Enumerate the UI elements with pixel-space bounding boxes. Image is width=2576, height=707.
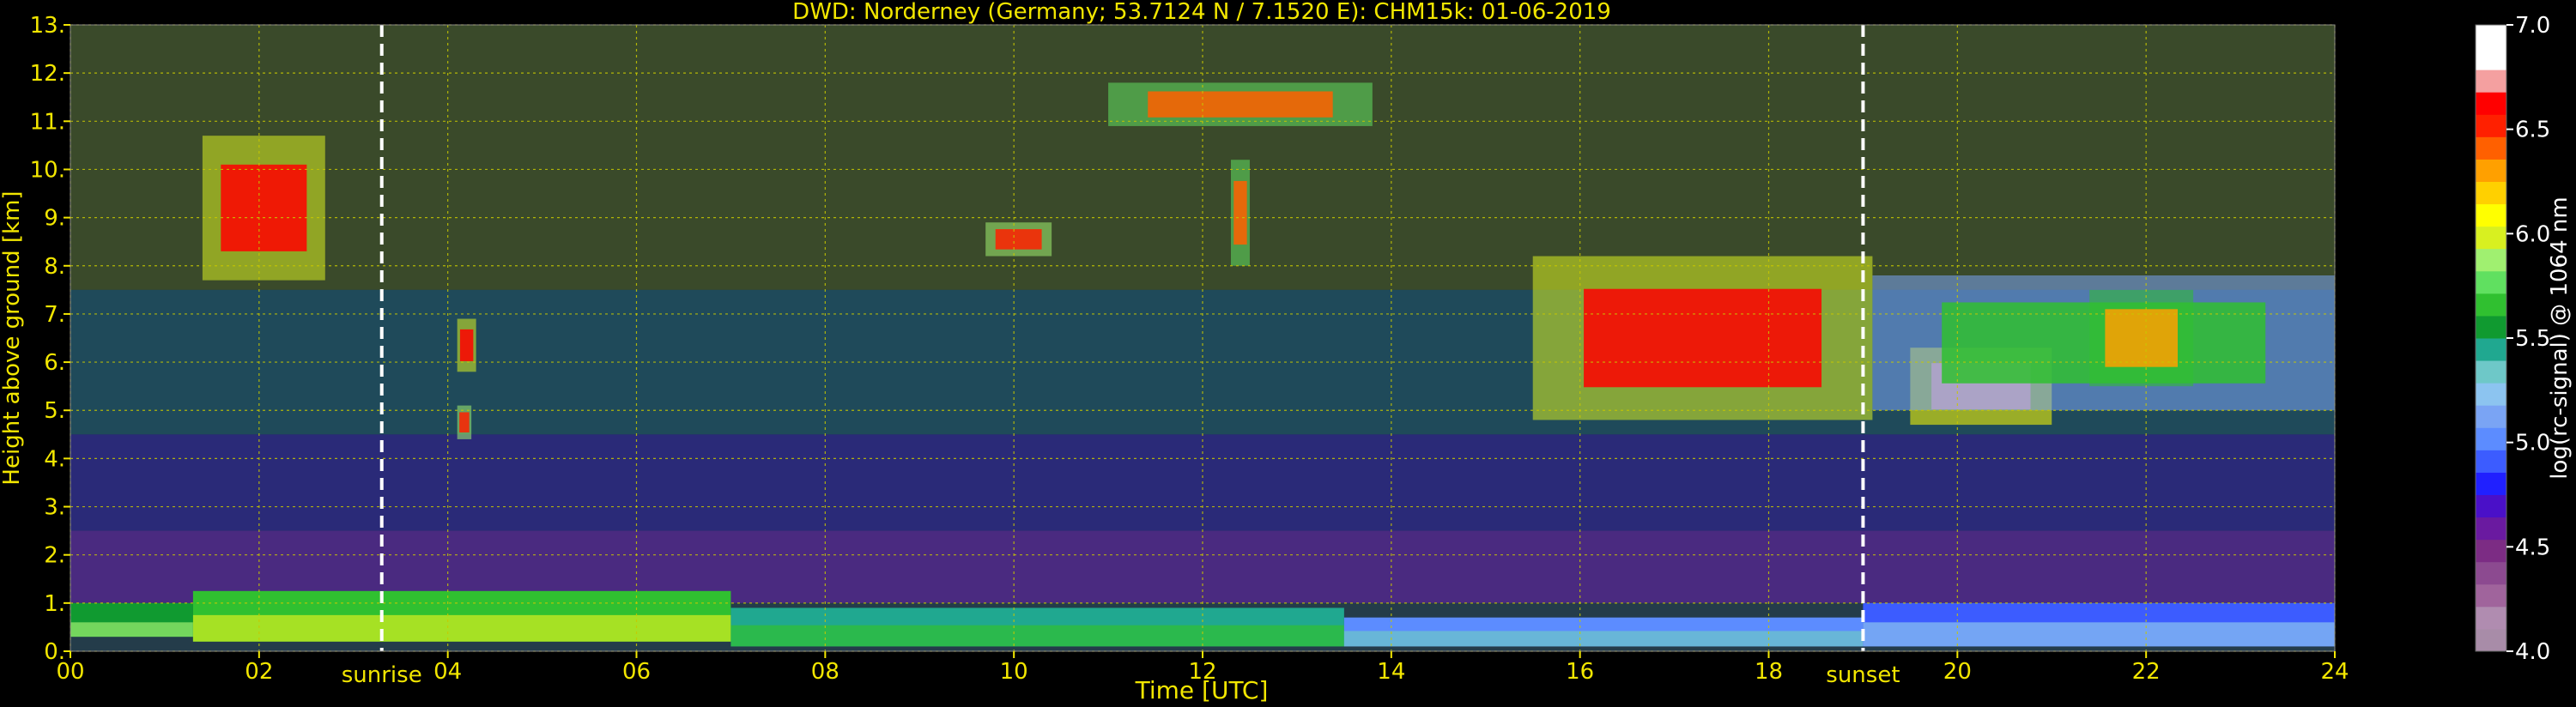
- y-tick-label: 9.: [44, 206, 65, 232]
- colorbar-segment: [2476, 47, 2506, 70]
- y-tick-label: 13.: [30, 13, 65, 39]
- y-tick-label: 8.: [44, 254, 65, 280]
- colorbar-segment: [2476, 472, 2506, 495]
- colorbar-segment: [2476, 270, 2506, 294]
- x-tick-label: 08: [811, 659, 839, 685]
- y-axis-label: Height above ground [km]: [0, 190, 25, 485]
- colorbar-label: log(rc-signal) @ 1064 nm: [2547, 196, 2573, 479]
- y-tick-label: 6.: [44, 350, 65, 376]
- colorbar-segment: [2476, 405, 2506, 428]
- boundary-layer-core: [1863, 622, 2335, 647]
- colorbar-tick-label: 4.0: [2515, 639, 2550, 665]
- sun-event-label: sunset: [1826, 662, 1900, 688]
- y-tick-label: 5.: [44, 398, 65, 424]
- y-tick-label: 4.: [44, 446, 65, 472]
- x-tick-label: 24: [2320, 659, 2349, 685]
- colorbar-segment: [2476, 181, 2506, 205]
- colorbar-segment: [2476, 561, 2506, 585]
- colorbar-segment: [2476, 360, 2506, 384]
- y-tick-label: 1.: [44, 591, 65, 617]
- y-tick-label: 3.: [44, 495, 65, 521]
- colorbar-tick-label: 4.5: [2515, 535, 2550, 560]
- y-tick-label: 11.: [30, 109, 65, 135]
- ceilometer-chart: DWD: Norderney (Germany; 53.7124 N / 7.1…: [0, 0, 2576, 707]
- colorbar-segment: [2476, 114, 2506, 137]
- y-tick-label: 0.: [44, 639, 65, 665]
- boundary-layer-core: [1343, 631, 1864, 647]
- colorbar-segment: [2476, 315, 2506, 339]
- colorbar-segment: [2476, 606, 2506, 630]
- colorbar-segment: [2476, 494, 2506, 518]
- y-tick-label: 7.: [44, 302, 65, 328]
- colorbar-segment: [2476, 427, 2506, 450]
- x-tick-label: 10: [1000, 659, 1028, 685]
- x-tick-label: 16: [1566, 659, 1594, 685]
- cloud-core: [995, 229, 1042, 250]
- colorbar-segment: [2476, 226, 2506, 250]
- x-tick-label: 02: [245, 659, 273, 685]
- colorbar: [2475, 24, 2507, 652]
- boundary-layer-core: [70, 622, 193, 638]
- colorbar-segment: [2476, 383, 2506, 406]
- colorbar-tick-label: 6.5: [2515, 118, 2550, 143]
- colorbar-segment: [2476, 25, 2506, 48]
- colorbar-segment: [2476, 293, 2506, 317]
- colorbar-segment: [2476, 69, 2506, 93]
- x-tick-label: 04: [433, 659, 462, 685]
- cloud-core: [1233, 180, 1247, 245]
- colorbar-segment: [2476, 338, 2506, 361]
- x-tick-label: 20: [1943, 659, 1972, 685]
- colorbar-segment: [2476, 159, 2506, 182]
- cloud-core: [221, 164, 307, 251]
- y-tick-label: 12.: [30, 61, 65, 87]
- cloud-core: [2105, 309, 2178, 367]
- cloud-core: [459, 329, 474, 361]
- colorbar-tick-label: 5.5: [2515, 326, 2550, 352]
- plot-area: [70, 24, 2336, 652]
- colorbar-segment: [2476, 136, 2506, 160]
- colorbar-segment: [2476, 92, 2506, 115]
- x-tick-label: 14: [1377, 659, 1405, 685]
- y-tick-label: 2.: [44, 543, 65, 569]
- cloud-core: [1148, 91, 1333, 118]
- x-axis-label: Time [UTC]: [1135, 676, 1269, 704]
- x-tick-label: 06: [622, 659, 651, 685]
- boundary-layer-core: [192, 614, 731, 642]
- colorbar-tick-label: 6.0: [2515, 221, 2550, 247]
- x-tick-label: 18: [1755, 659, 1783, 685]
- y-tick-label: 10.: [30, 157, 65, 183]
- colorbar-segment: [2476, 248, 2506, 272]
- boundary-layer-core: [730, 625, 1344, 647]
- x-tick-label: 22: [2132, 659, 2161, 685]
- colorbar-tick-label: 5.0: [2515, 431, 2550, 456]
- cloud-core: [459, 412, 470, 433]
- chart-title: DWD: Norderney (Germany; 53.7124 N / 7.1…: [792, 0, 1611, 25]
- colorbar-tick-label: 7.0: [2515, 13, 2550, 39]
- cloud-core: [1584, 288, 1822, 388]
- colorbar-segment: [2476, 203, 2506, 227]
- colorbar-segment: [2476, 450, 2506, 473]
- colorbar-segment: [2476, 517, 2506, 541]
- colorbar-segment: [2476, 628, 2506, 652]
- colorbar-segment: [2476, 583, 2506, 607]
- colorbar-segment: [2476, 539, 2506, 563]
- sun-event-label: sunrise: [342, 662, 422, 688]
